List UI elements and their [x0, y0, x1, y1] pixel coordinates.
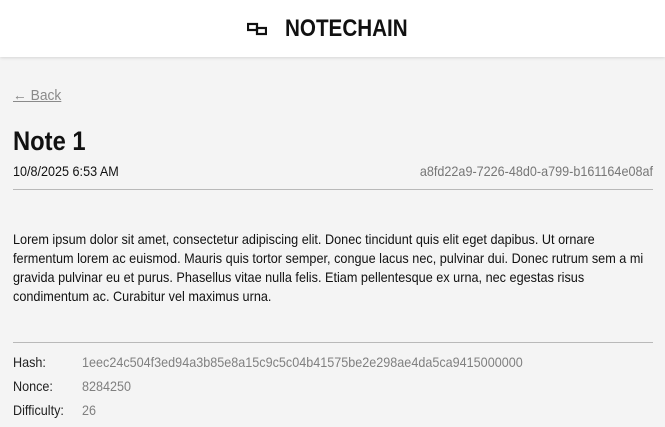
- hash-value: 1eec24c504f3ed94a3b85e8a15c9c5c04b41575b…: [82, 354, 523, 370]
- nonce-row: Nonce: 8284250: [13, 378, 653, 398]
- difficulty-value: 26: [82, 402, 97, 418]
- divider: [13, 342, 653, 343]
- nonce-label: Nonce:: [13, 378, 53, 394]
- back-link[interactable]: ← Back: [13, 87, 61, 104]
- difficulty-label: Difficulty:: [13, 402, 64, 418]
- note-title: Note 1: [13, 126, 86, 156]
- nonce-value: 8284250: [82, 378, 132, 394]
- note-body: Lorem ipsum dolor sit amet, consectetur …: [13, 231, 644, 304]
- hash-label: Hash:: [13, 354, 46, 370]
- app-title: NOTECHAIN: [285, 14, 408, 42]
- brand[interactable]: NOTECHAIN: [247, 15, 418, 43]
- app-header: NOTECHAIN: [0, 0, 665, 57]
- hash-row: Hash: 1eec24c504f3ed94a3b85e8a15c9c5c04b…: [13, 354, 653, 374]
- difficulty-row: Difficulty: 26: [13, 402, 653, 422]
- note-timestamp: 10/8/2025 6:53 AM: [13, 163, 119, 179]
- chain-link-icon: [247, 22, 268, 35]
- note-meta: 10/8/2025 6:53 AM a8fd22a9-7226-48d0-a79…: [13, 163, 653, 190]
- note-id: a8fd22a9-7226-48d0-a799-b161164e08af: [419, 163, 653, 179]
